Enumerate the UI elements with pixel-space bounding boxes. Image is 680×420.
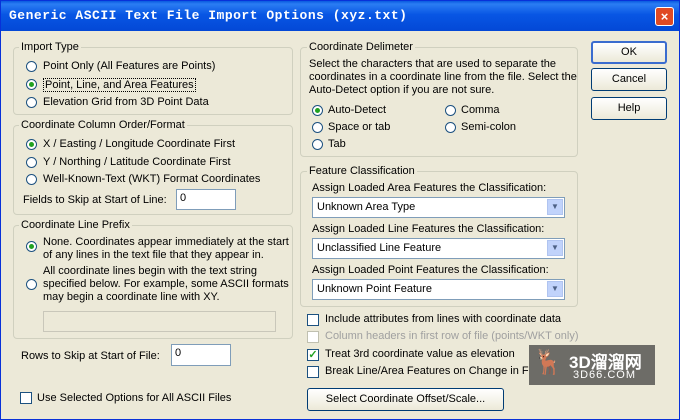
delimiter-space-label[interactable]: Space or tab xyxy=(328,121,390,133)
import-type-option-0[interactable]: Point Only (All Features are Points) xyxy=(43,60,215,72)
fields-skip-label: Fields to Skip at Start of Line: xyxy=(23,194,167,206)
break-line-label[interactable]: Break Line/Area Features on Change in F xyxy=(325,365,529,377)
classification-legend: Feature Classification xyxy=(307,165,417,177)
import-type-radio-0[interactable] xyxy=(26,61,37,72)
line-prefix-radio-none[interactable] xyxy=(26,241,37,252)
break-line-checkbox[interactable] xyxy=(307,366,319,378)
area-class-select[interactable]: Unknown Area Type ▼ xyxy=(312,197,565,218)
help-button[interactable]: Help xyxy=(591,97,667,120)
line-prefix-custom-line3[interactable]: may begin a coordinate line with XY. xyxy=(43,291,220,303)
delimiter-auto-label[interactable]: Auto-Detect xyxy=(328,104,386,116)
close-button[interactable]: × xyxy=(655,7,674,26)
use-selected-checkbox[interactable] xyxy=(20,392,32,404)
coord-order-legend: Coordinate Column Order/Format xyxy=(19,119,187,131)
delimiter-radio-tab[interactable] xyxy=(312,139,323,150)
delimiter-radio-comma[interactable] xyxy=(445,105,456,116)
line-prefix-custom-line1[interactable]: All coordinate lines begin with the text… xyxy=(43,265,257,277)
include-attrs-label[interactable]: Include attributes from lines with coord… xyxy=(325,313,561,325)
delimiter-legend: Coordinate Delimeter xyxy=(307,41,415,53)
line-class-select[interactable]: Unclassified Line Feature ▼ xyxy=(312,238,565,259)
watermark-line2: 3D66.COM xyxy=(573,369,637,381)
line-prefix-none-line1[interactable]: None. Coordinates appear immediately at … xyxy=(43,236,289,248)
import-type-option-2[interactable]: Elevation Grid from 3D Point Data xyxy=(43,96,209,108)
area-class-label: Assign Loaded Area Features the Classifi… xyxy=(312,182,547,194)
import-type-option-1[interactable]: Point, Line, and Area Features xyxy=(43,78,196,92)
line-class-value: Unclassified Line Feature xyxy=(317,242,442,254)
point-dropdown-arrow-icon[interactable]: ▼ xyxy=(547,281,563,297)
select-offset-button[interactable]: Select Coordinate Offset/Scale... xyxy=(307,388,504,411)
delimiter-desc-3: Auto-Detect option if you are not sure. xyxy=(309,84,495,96)
headers-checkbox[interactable] xyxy=(307,331,319,343)
ok-button[interactable]: OK xyxy=(591,41,667,64)
coord-order-option-0[interactable]: X / Easting / Longitude Coordinate First xyxy=(43,138,235,150)
line-class-label: Assign Loaded Line Features the Classifi… xyxy=(312,223,545,235)
line-prefix-legend: Coordinate Line Prefix xyxy=(19,219,132,231)
watermark-overlay: 🦌 3D溜溜网 3D66.COM xyxy=(529,345,655,385)
import-type-radio-1[interactable] xyxy=(26,79,37,90)
headers-label[interactable]: Column headers in first row of file (poi… xyxy=(325,330,579,342)
include-attrs-checkbox[interactable] xyxy=(307,314,319,326)
area-class-value: Unknown Area Type xyxy=(317,201,416,213)
delimiter-tab-label[interactable]: Tab xyxy=(328,138,346,150)
coord-order-radio-0[interactable] xyxy=(26,139,37,150)
line-dropdown-arrow-icon[interactable]: ▼ xyxy=(547,240,563,256)
line-prefix-input[interactable] xyxy=(43,311,276,332)
delimiter-semicolon-label[interactable]: Semi-colon xyxy=(461,121,516,133)
import-type-radio-2[interactable] xyxy=(26,97,37,108)
deer-logo-icon: 🦌 xyxy=(533,349,563,376)
point-class-value: Unknown Point Feature xyxy=(317,283,432,295)
import-type-legend: Import Type xyxy=(19,41,81,53)
treat-3rd-label[interactable]: Treat 3rd coordinate value as elevation xyxy=(325,348,515,360)
line-prefix-none-line2[interactable]: of any lines in the text file that they … xyxy=(43,249,264,261)
coord-order-option-2[interactable]: Well-Known-Text (WKT) Format Coordinates xyxy=(43,173,260,185)
line-prefix-custom-line2[interactable]: specified below. For example, some ASCII… xyxy=(43,278,289,290)
delimiter-radio-auto[interactable] xyxy=(312,105,323,116)
rows-skip-input[interactable]: 0 xyxy=(171,344,231,366)
coord-order-radio-1[interactable] xyxy=(26,157,37,168)
delimiter-desc-2: coordinates in a coordinate line from th… xyxy=(309,71,577,83)
coord-order-radio-2[interactable] xyxy=(26,174,37,185)
area-dropdown-arrow-icon[interactable]: ▼ xyxy=(547,199,563,215)
use-selected-label[interactable]: Use Selected Options for All ASCII Files xyxy=(37,392,231,404)
fields-skip-input[interactable]: 0 xyxy=(176,189,236,210)
delimiter-radio-space[interactable] xyxy=(312,122,323,133)
point-class-label: Assign Loaded Point Features the Classif… xyxy=(312,264,549,276)
treat-3rd-checkbox[interactable]: ✓ xyxy=(307,349,319,361)
cancel-button[interactable]: Cancel xyxy=(591,68,667,91)
delimiter-comma-label[interactable]: Comma xyxy=(461,104,500,116)
title-bar[interactable]: Generic ASCII Text File Import Options (… xyxy=(1,1,679,31)
window-title: Generic ASCII Text File Import Options (… xyxy=(9,8,408,23)
delimiter-radio-semicolon[interactable] xyxy=(445,122,456,133)
coord-order-option-1[interactable]: Y / Northing / Latitude Coordinate First xyxy=(43,156,231,168)
delimiter-desc-1: Select the characters that are used to s… xyxy=(309,58,557,70)
dialog-window: Generic ASCII Text File Import Options (… xyxy=(0,0,680,420)
rows-skip-label: Rows to Skip at Start of File: xyxy=(21,350,160,362)
point-class-select[interactable]: Unknown Point Feature ▼ xyxy=(312,279,565,300)
line-prefix-radio-custom[interactable] xyxy=(26,279,37,290)
